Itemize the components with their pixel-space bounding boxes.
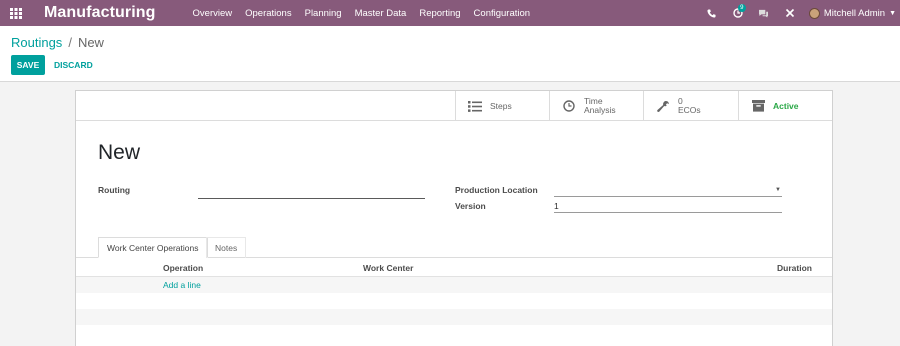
list-icon — [466, 100, 484, 112]
app-name[interactable]: Manufacturing — [44, 4, 156, 22]
steps-label: Steps — [490, 100, 512, 111]
version-value: 1 — [554, 201, 559, 211]
table-row — [76, 325, 832, 341]
debug-icon[interactable] — [777, 0, 803, 26]
steps-button[interactable]: Steps — [455, 91, 549, 121]
menu-configuration[interactable]: Configuration — [474, 8, 531, 19]
breadcrumb-separator: / — [68, 35, 72, 50]
table-header: Operation Work Center Duration — [76, 258, 832, 277]
apps-menu-icon[interactable] — [0, 0, 32, 26]
version-field[interactable]: 1 — [554, 199, 782, 213]
top-navbar: Manufacturing Overview Operations Planni… — [0, 0, 900, 26]
ecos-text: 0 ECOs — [678, 97, 701, 115]
form-sheet: Steps Time Analysis 0 ECOs Active New Ro… — [75, 90, 833, 346]
main-menu: Overview Operations Planning Master Data… — [193, 8, 544, 19]
save-button[interactable]: SAVE — [11, 55, 45, 75]
user-menu[interactable]: Mitchell Admin ▼ — [808, 7, 896, 19]
menu-reporting[interactable]: Reporting — [419, 8, 460, 19]
active-label: Active — [773, 100, 799, 111]
activity-badge: 9 — [737, 4, 746, 12]
column-operation[interactable]: Operation — [163, 263, 203, 273]
routing-input[interactable] — [198, 185, 425, 199]
page-title[interactable]: New — [98, 141, 140, 165]
menu-master-data[interactable]: Master Data — [355, 8, 407, 19]
time-analysis-label-2: Analysis — [584, 105, 616, 115]
menu-operations[interactable]: Operations — [245, 8, 291, 19]
column-work-center[interactable]: Work Center — [363, 263, 413, 273]
active-toggle-button[interactable]: Active — [738, 91, 832, 121]
table-row — [76, 309, 832, 325]
breadcrumb: Routings / New — [11, 35, 104, 50]
breadcrumb-routings[interactable]: Routings — [11, 35, 62, 50]
ecos-button[interactable]: 0 ECOs — [643, 91, 738, 121]
version-label: Version — [455, 201, 486, 211]
clock-icon — [560, 100, 578, 112]
wrench-icon — [654, 100, 672, 113]
menu-overview[interactable]: Overview — [193, 8, 233, 19]
chevron-down-icon[interactable]: ▼ — [775, 187, 781, 193]
phone-icon[interactable] — [699, 0, 725, 26]
chat-icon[interactable] — [751, 0, 777, 26]
smart-button-box: Steps Time Analysis 0 ECOs Active — [76, 91, 832, 121]
systray: 9 Mitchell Admin ▼ — [699, 0, 900, 26]
column-duration[interactable]: Duration — [777, 263, 812, 273]
activity-icon[interactable]: 9 — [725, 0, 751, 26]
tab-work-center-operations[interactable]: Work Center Operations — [98, 237, 208, 258]
time-analysis-button[interactable]: Time Analysis — [549, 91, 643, 121]
ecos-label: ECOs — [678, 105, 701, 115]
notebook-tabs: Work Center Operations Notes — [76, 237, 832, 258]
tab-notes[interactable]: Notes — [206, 237, 247, 258]
breadcrumb-current: New — [77, 35, 104, 50]
caret-down-icon: ▼ — [889, 9, 896, 17]
time-analysis-text: Time Analysis — [584, 97, 616, 115]
discard-button[interactable]: DISCARD — [54, 55, 93, 75]
production-location-select[interactable] — [554, 183, 782, 197]
table-row: Add a line — [76, 277, 832, 293]
control-panel: Routings / New — [0, 26, 900, 82]
avatar — [808, 7, 820, 19]
archive-icon — [749, 100, 767, 112]
add-line-link[interactable]: Add a line — [163, 280, 201, 290]
production-location-label: Production Location — [455, 185, 538, 195]
table-row — [76, 293, 832, 309]
routing-label: Routing — [98, 185, 131, 195]
user-name: Mitchell Admin — [823, 7, 886, 19]
menu-planning[interactable]: Planning — [305, 8, 342, 19]
